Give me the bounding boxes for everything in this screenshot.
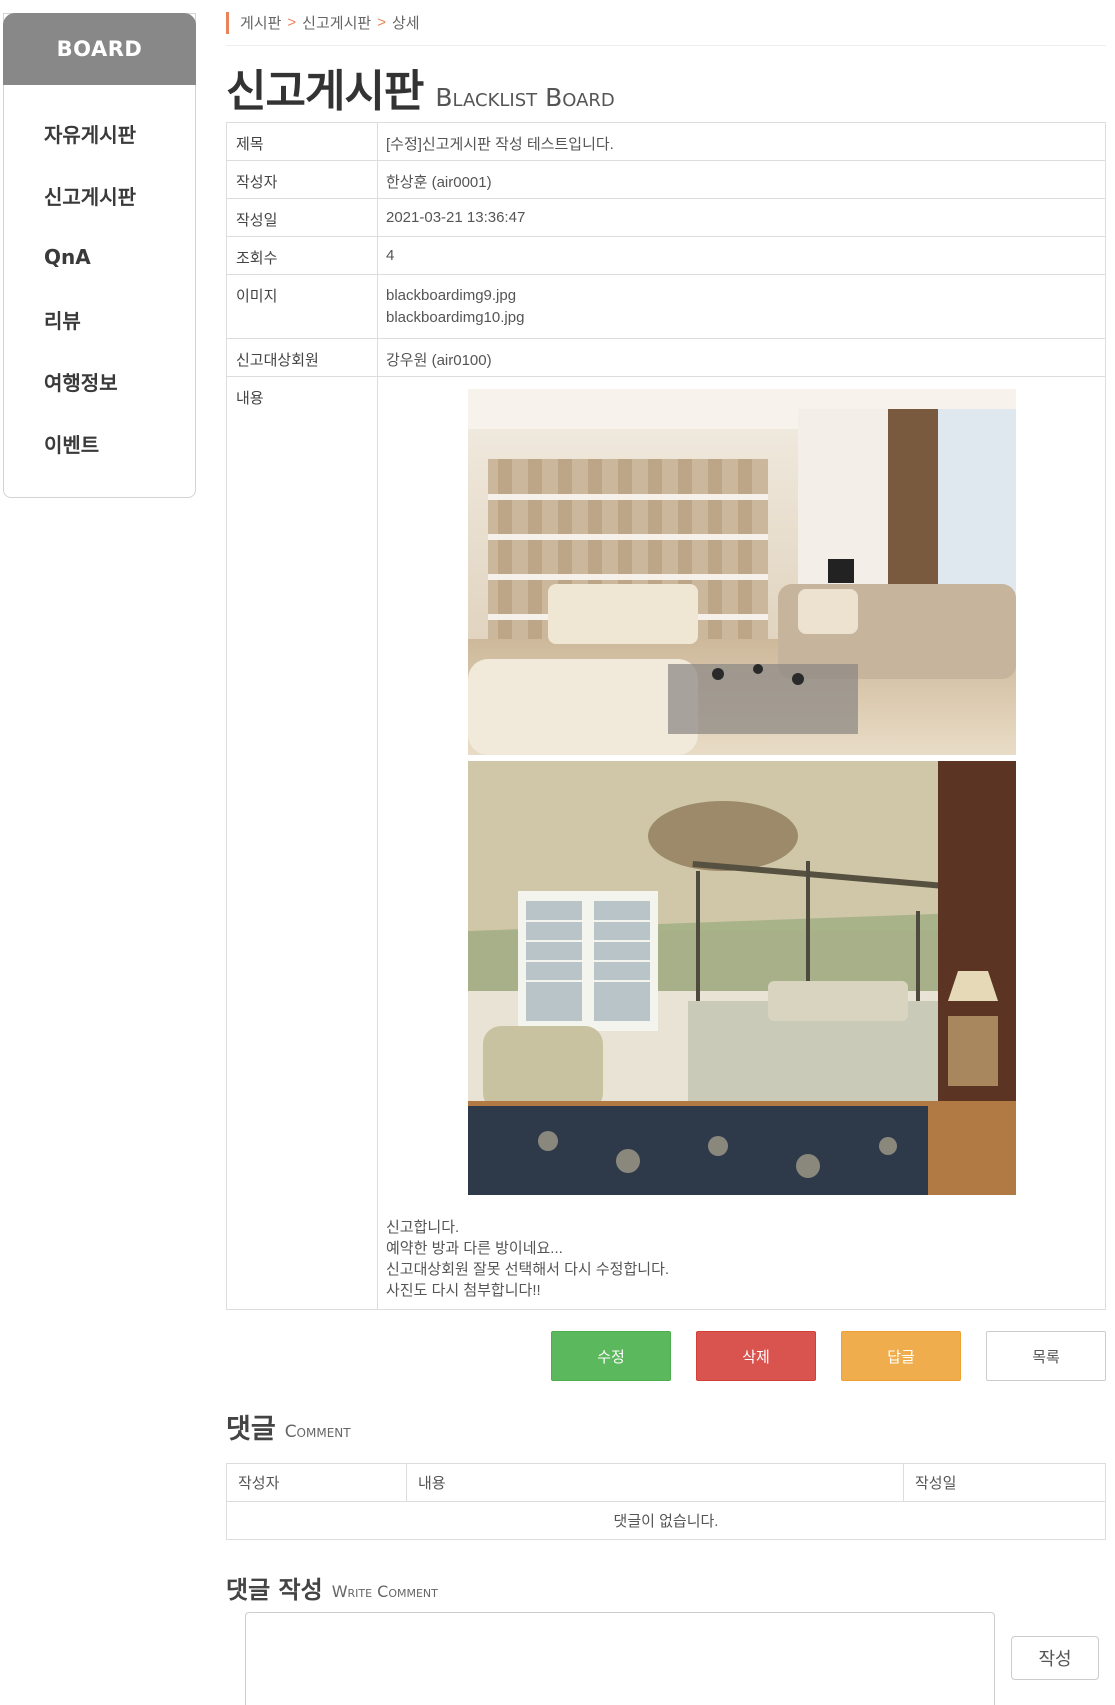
list-button[interactable]: 목록 xyxy=(986,1331,1106,1381)
write-comment-title-english: Write Comment xyxy=(331,1582,438,1601)
post-content-line: 신고대상회원 잘못 선택해서 다시 수정합니다. xyxy=(386,1261,670,1278)
comments-header-content: 내용 xyxy=(406,1463,904,1502)
post-images-row: 이미지 blackboardimg9.jpg blackboardimg10.j… xyxy=(226,274,1106,339)
comments-table: 작성자 내용 작성일 댓글이 없습니다. xyxy=(226,1463,1106,1540)
post-author-row: 작성자 한상훈 (air0001) xyxy=(226,160,1106,199)
comments-title-korean: 댓글 xyxy=(226,1414,276,1445)
post-content-label: 내용 xyxy=(226,376,378,1310)
attachment-file-2[interactable]: blackboardimg10.jpg xyxy=(386,307,1097,329)
chevron-right-icon: > xyxy=(377,14,386,31)
comment-textarea[interactable] xyxy=(245,1612,995,1705)
comments-empty-row: 댓글이 없습니다. xyxy=(226,1501,1106,1540)
post-views-label: 조회수 xyxy=(226,236,378,275)
write-comment-title-korean: 댓글 작성 xyxy=(226,1576,323,1604)
page-title: 신고게시판 Blacklist Board xyxy=(226,46,1106,114)
write-comment-form: 작성 xyxy=(226,1612,1106,1705)
post-views-row: 조회수 4 xyxy=(226,236,1106,275)
sidebar-item-review[interactable]: 리뷰 xyxy=(4,288,195,350)
breadcrumb-detail: 상세 xyxy=(391,15,420,32)
post-date-row: 작성일 2021-03-21 13:36:47 xyxy=(226,198,1106,237)
post-content-line: 신고합니다. xyxy=(386,1219,460,1236)
comments-header-author: 작성자 xyxy=(226,1463,407,1502)
post-date: 2021-03-21 13:36:47 xyxy=(377,198,1106,237)
sidebar-item-event[interactable]: 이벤트 xyxy=(4,412,195,474)
post-title: [수정]신고게시판 작성 테스트입니다. xyxy=(377,122,1106,161)
edit-button[interactable]: 수정 xyxy=(551,1331,671,1381)
post-content-text: 신고합니다. 예약한 방과 다른 방이네요... 신고대상회원 잘못 선택해서 … xyxy=(386,1217,1097,1301)
reply-button[interactable]: 답글 xyxy=(841,1331,961,1381)
sidebar-menu: 자유게시판 신고게시판 QnA 리뷰 여행정보 이벤트 xyxy=(4,85,195,474)
sidebar-item-free-board[interactable]: 자유게시판 xyxy=(4,102,195,164)
chevron-right-icon: > xyxy=(287,14,297,31)
post-author: 한상훈 (air0001) xyxy=(377,160,1106,199)
post-images: blackboardimg9.jpg blackboardimg10.jpg xyxy=(377,274,1106,339)
post-date-label: 작성일 xyxy=(226,198,378,237)
bedroom-photo xyxy=(467,761,1016,1195)
breadcrumb-report-board[interactable]: 신고게시판 xyxy=(302,12,371,33)
post-actions: 수정 삭제 답글 목록 xyxy=(226,1331,1106,1381)
post-target-row: 신고대상회원 강우원 (air0100) xyxy=(226,338,1106,377)
breadcrumb: 게시판 > 신고게시판 > 상세 xyxy=(226,0,1106,46)
post-title-row: 제목 [수정]신고게시판 작성 테스트입니다. xyxy=(226,122,1106,161)
post-detail-table: 제목 [수정]신고게시판 작성 테스트입니다. 작성자 한상훈 (air0001… xyxy=(226,122,1106,1310)
comment-submit-button[interactable]: 작성 xyxy=(1011,1636,1099,1680)
post-content-row: 내용 신고합니다. 예약한 방과 다른 방이네요... 신고대상회원 잘못 선택… xyxy=(226,376,1106,1310)
post-views: 4 xyxy=(377,236,1106,275)
page-title-korean: 신고게시판 xyxy=(226,66,424,117)
post-content-line: 사진도 다시 첨부합니다!! xyxy=(386,1282,541,1299)
sidebar-item-qna[interactable]: QnA xyxy=(4,226,195,288)
comments-title: 댓글 Comment xyxy=(226,1403,1106,1443)
delete-button[interactable]: 삭제 xyxy=(696,1331,816,1381)
write-comment-title: 댓글 작성 Write Comment xyxy=(226,1562,1106,1602)
post-author-label: 작성자 xyxy=(226,160,378,199)
comments-empty-message: 댓글이 없습니다. xyxy=(226,1501,1106,1540)
post-title-label: 제목 xyxy=(226,122,378,161)
sidebar: BOARD 자유게시판 신고게시판 QnA 리뷰 여행정보 이벤트 xyxy=(3,13,196,498)
sidebar-header: BOARD xyxy=(3,13,196,85)
sidebar-item-travel-info[interactable]: 여행정보 xyxy=(4,350,195,412)
comments-header-row: 작성자 내용 작성일 xyxy=(226,1463,1106,1502)
comments-header-date: 작성일 xyxy=(903,1463,1106,1502)
main-content: 게시판 > 신고게시판 > 상세 신고게시판 Blacklist Board 제… xyxy=(226,0,1106,1705)
page-title-english: Blacklist Board xyxy=(435,83,615,112)
comments-title-english: Comment xyxy=(284,1422,351,1442)
post-target: 강우원 (air0100) xyxy=(377,338,1106,377)
post-target-label: 신고대상회원 xyxy=(226,338,378,377)
sidebar-item-report-board[interactable]: 신고게시판 xyxy=(4,164,195,226)
attachment-file-1[interactable]: blackboardimg9.jpg xyxy=(386,285,1097,307)
post-images-label: 이미지 xyxy=(226,274,378,339)
breadcrumb-board[interactable]: 게시판 xyxy=(240,12,281,33)
living-room-photo xyxy=(467,389,1016,755)
post-content-line: 예약한 방과 다른 방이네요... xyxy=(386,1240,563,1257)
post-content: 신고합니다. 예약한 방과 다른 방이네요... 신고대상회원 잘못 선택해서 … xyxy=(377,376,1106,1310)
